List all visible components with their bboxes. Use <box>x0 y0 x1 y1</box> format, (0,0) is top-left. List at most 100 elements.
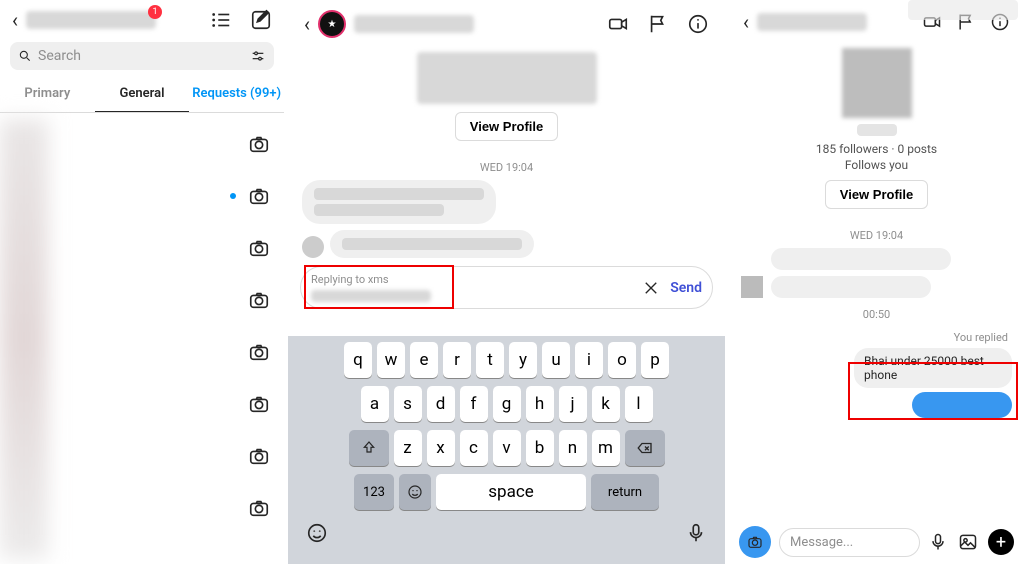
key-b[interactable]: b <box>526 430 554 466</box>
camera-icon[interactable] <box>248 341 270 363</box>
profile-card: 185 followers · 0 posts Follows you View… <box>729 44 1024 217</box>
back-icon[interactable]: ‹ <box>304 12 310 36</box>
avatar[interactable] <box>842 48 912 118</box>
shift-key[interactable] <box>349 430 389 466</box>
timestamp: 00:50 <box>741 308 1012 321</box>
reply-to-label: Replying to xms <box>311 273 632 286</box>
chat-panel: ‹ ★ View Profile WED 19:04 Replying to x… <box>288 0 729 564</box>
chat-panel-alt: ‹ 185 followers · 0 posts Follows you Vi… <box>729 0 1024 564</box>
back-icon[interactable]: ‹ <box>12 8 18 32</box>
incoming-message[interactable] <box>771 276 931 298</box>
key-s[interactable]: s <box>394 386 422 422</box>
key-f[interactable]: f <box>460 386 488 422</box>
key-e[interactable]: e <box>410 342 438 378</box>
inbox-tabs: Primary General Requests (99+) <box>0 76 284 113</box>
camera-icon[interactable] <box>248 237 270 259</box>
view-profile-button[interactable]: View Profile <box>455 112 558 141</box>
key-m[interactable]: m <box>592 430 620 466</box>
thread-list[interactable] <box>0 113 284 564</box>
add-button[interactable]: + <box>988 529 1014 555</box>
return-key[interactable]: return <box>591 474 659 510</box>
camera-icon[interactable] <box>248 185 270 207</box>
flag-icon[interactable] <box>647 13 669 35</box>
ios-keyboard[interactable]: qwertyuiop asdfghjkl zxcvbnm 123 space r… <box>288 336 725 564</box>
key-n[interactable]: n <box>559 430 587 466</box>
key-v[interactable]: v <box>493 430 521 466</box>
follower-stats: 185 followers · 0 posts <box>729 142 1024 156</box>
follows-you-label: Follows you <box>729 158 1024 172</box>
key-l[interactable]: l <box>625 386 653 422</box>
outgoing-message[interactable] <box>912 392 1012 418</box>
key-a[interactable]: a <box>361 386 389 422</box>
filter-icon[interactable] <box>250 48 266 64</box>
timestamp: WED 19:04 <box>729 229 1024 242</box>
message-input[interactable]: Message... <box>779 528 920 557</box>
emoji-icon[interactable] <box>306 522 328 544</box>
key-k[interactable]: k <box>592 386 620 422</box>
incoming-message[interactable] <box>302 230 711 258</box>
compose-icon[interactable] <box>250 9 272 31</box>
tab-requests[interactable]: Requests (99+) <box>189 76 284 112</box>
key-g[interactable]: g <box>493 386 521 422</box>
chat-username[interactable] <box>354 15 474 33</box>
chat-header: ‹ ★ <box>288 0 725 48</box>
avatar <box>302 236 324 258</box>
account-name[interactable]: 1 <box>26 11 202 29</box>
camera-icon[interactable] <box>248 289 270 311</box>
key-j[interactable]: j <box>559 386 587 422</box>
avatar <box>741 276 763 298</box>
incoming-message[interactable] <box>302 180 711 224</box>
chat-username[interactable] <box>757 13 867 31</box>
quoted-message[interactable]: Bhai under 25000 best phone <box>854 348 1012 388</box>
key-i[interactable]: i <box>575 342 603 378</box>
key-p[interactable]: p <box>641 342 669 378</box>
list-icon[interactable] <box>210 9 232 31</box>
profile-name-redacted <box>417 52 597 104</box>
video-call-icon[interactable] <box>607 13 629 35</box>
close-icon[interactable] <box>642 279 660 297</box>
key-w[interactable]: w <box>377 342 405 378</box>
camera-button[interactable] <box>739 526 771 558</box>
space-key[interactable]: space <box>436 474 586 510</box>
search-icon <box>18 49 32 63</box>
unread-badge: 1 <box>148 5 162 19</box>
send-button[interactable]: Send <box>670 280 702 296</box>
camera-icon[interactable] <box>248 133 270 155</box>
key-o[interactable]: o <box>608 342 636 378</box>
key-z[interactable]: z <box>394 430 422 466</box>
key-d[interactable]: d <box>427 386 455 422</box>
inbox-header: ‹ 1 <box>0 0 284 36</box>
reply-composer[interactable]: Replying to xms Send <box>300 266 713 309</box>
story-avatar[interactable]: ★ <box>318 10 346 38</box>
profile-name-redacted <box>857 124 897 136</box>
profile-card: View Profile <box>288 48 725 149</box>
numbers-key[interactable]: 123 <box>354 474 394 510</box>
camera-icon[interactable] <box>248 497 270 519</box>
search-input[interactable]: Search <box>10 42 274 70</box>
incoming-message[interactable] <box>771 248 951 270</box>
key-y[interactable]: y <box>509 342 537 378</box>
search-placeholder: Search <box>38 48 250 64</box>
key-u[interactable]: u <box>542 342 570 378</box>
timestamp: WED 19:04 <box>288 161 725 174</box>
view-profile-button[interactable]: View Profile <box>825 180 928 209</box>
key-c[interactable]: c <box>460 430 488 466</box>
camera-icon[interactable] <box>248 393 270 415</box>
gallery-icon[interactable] <box>958 532 978 552</box>
key-x[interactable]: x <box>427 430 455 466</box>
key-t[interactable]: t <box>476 342 504 378</box>
key-r[interactable]: r <box>443 342 471 378</box>
mic-icon[interactable] <box>928 532 948 552</box>
reply-preview-redacted <box>311 290 431 302</box>
tab-primary[interactable]: Primary <box>0 76 95 112</box>
backspace-key[interactable] <box>625 430 665 466</box>
back-icon[interactable]: ‹ <box>743 10 749 34</box>
tab-general[interactable]: General <box>95 76 190 112</box>
key-q[interactable]: q <box>344 342 372 378</box>
mic-icon[interactable] <box>685 522 707 544</box>
camera-icon[interactable] <box>248 445 270 467</box>
info-icon[interactable] <box>687 13 709 35</box>
key-h[interactable]: h <box>526 386 554 422</box>
thread-list-blur <box>0 119 48 559</box>
emoji-key[interactable] <box>399 474 431 510</box>
